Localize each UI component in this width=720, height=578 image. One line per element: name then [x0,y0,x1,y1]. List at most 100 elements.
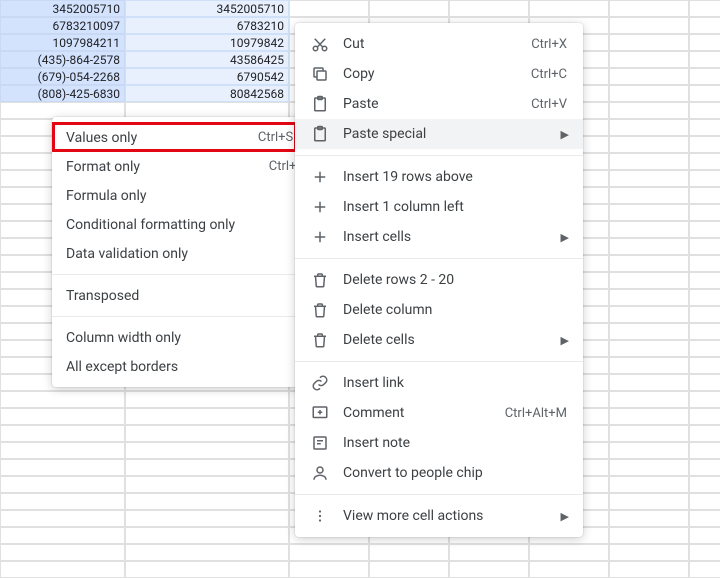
cell[interactable] [125,561,289,578]
menu-cut[interactable]: Cut Ctrl+X [295,29,583,59]
cell[interactable]: 6783210097 [0,17,125,34]
cell[interactable]: 3452005710 [0,0,125,17]
cell[interactable] [0,561,125,578]
cell[interactable] [0,476,125,493]
cell[interactable] [609,34,689,51]
cell[interactable] [0,527,125,544]
cell[interactable] [0,425,125,442]
cell[interactable] [689,561,720,578]
cell[interactable] [609,408,689,425]
menu-delete-column[interactable]: Delete column [295,295,583,325]
cell[interactable] [529,561,609,578]
cell[interactable] [0,510,125,527]
menu-view-more-actions[interactable]: View more cell actions ▶ [295,501,583,531]
cell[interactable] [449,561,529,578]
cell[interactable] [609,119,689,136]
cell[interactable]: 80842568 [125,85,289,102]
cell[interactable] [689,272,720,289]
cell[interactable] [609,272,689,289]
cell[interactable] [609,153,689,170]
cell[interactable] [689,527,720,544]
menu-insert-cells[interactable]: Insert cells ▶ [295,222,583,252]
menu-delete-cells[interactable]: Delete cells ▶ [295,325,583,355]
cell[interactable] [609,187,689,204]
cell[interactable] [689,153,720,170]
menu-insert-note[interactable]: Insert note [295,428,583,458]
cell[interactable]: 43586425 [125,51,289,68]
cell[interactable] [125,527,289,544]
cell[interactable] [689,85,720,102]
cell[interactable] [609,510,689,527]
cell[interactable]: 6783210 [125,17,289,34]
cell[interactable] [609,476,689,493]
cell[interactable] [369,561,449,578]
cell[interactable] [689,119,720,136]
cell[interactable] [125,408,289,425]
cell[interactable] [609,136,689,153]
cell[interactable] [689,68,720,85]
cell[interactable] [689,221,720,238]
cell[interactable] [689,170,720,187]
cell[interactable] [689,187,720,204]
cell[interactable] [609,204,689,221]
cell[interactable] [125,510,289,527]
menu-paste[interactable]: Paste Ctrl+V [295,89,583,119]
cell[interactable] [609,374,689,391]
cell[interactable] [689,238,720,255]
cell[interactable]: 3452005710 [125,0,289,17]
cell[interactable] [609,221,689,238]
cell[interactable] [689,340,720,357]
cell[interactable] [689,544,720,561]
cell[interactable] [689,391,720,408]
cell[interactable] [609,561,689,578]
cell[interactable] [609,85,689,102]
cell[interactable] [0,442,125,459]
menu-paste-special[interactable]: Paste special ▶ [295,119,583,149]
cell[interactable]: 10979842 [125,34,289,51]
cell[interactable] [609,51,689,68]
cell[interactable] [609,493,689,510]
cell[interactable] [0,544,125,561]
cell[interactable] [689,306,720,323]
menu-insert-column-left[interactable]: Insert 1 column left [295,192,583,222]
menu-convert-people-chip[interactable]: Convert to people chip [295,458,583,488]
cell[interactable] [0,493,125,510]
cell[interactable] [289,561,369,578]
cell[interactable] [609,544,689,561]
cell[interactable] [125,544,289,561]
cell[interactable] [125,391,289,408]
cell[interactable] [0,459,125,476]
cell[interactable] [0,391,125,408]
cell[interactable] [609,102,689,119]
cell[interactable] [125,442,289,459]
cell[interactable] [609,459,689,476]
cell[interactable]: 1097984211 [0,34,125,51]
cell[interactable] [369,0,449,17]
cell[interactable] [689,408,720,425]
cell[interactable] [689,136,720,153]
menu-delete-rows[interactable]: Delete rows 2 - 20 [295,265,583,295]
cell[interactable] [689,289,720,306]
cell[interactable] [689,102,720,119]
menu-copy[interactable]: Copy Ctrl+C [295,59,583,89]
menu-insert-link[interactable]: Insert link [295,368,583,398]
cell[interactable] [609,170,689,187]
cell[interactable] [689,442,720,459]
cell[interactable] [609,357,689,374]
menu-comment[interactable]: Comment Ctrl+Alt+M [295,398,583,428]
cell[interactable] [289,544,369,561]
cell[interactable] [125,459,289,476]
cell[interactable] [609,289,689,306]
cell[interactable] [449,544,529,561]
cell[interactable] [529,0,609,17]
cell[interactable] [289,0,369,17]
cell[interactable] [689,374,720,391]
cell[interactable] [609,391,689,408]
cell[interactable] [0,408,125,425]
cell[interactable] [689,51,720,68]
cell[interactable] [609,0,689,17]
cell[interactable] [689,34,720,51]
cell[interactable] [125,493,289,510]
cell[interactable] [689,204,720,221]
cell[interactable] [369,544,449,561]
